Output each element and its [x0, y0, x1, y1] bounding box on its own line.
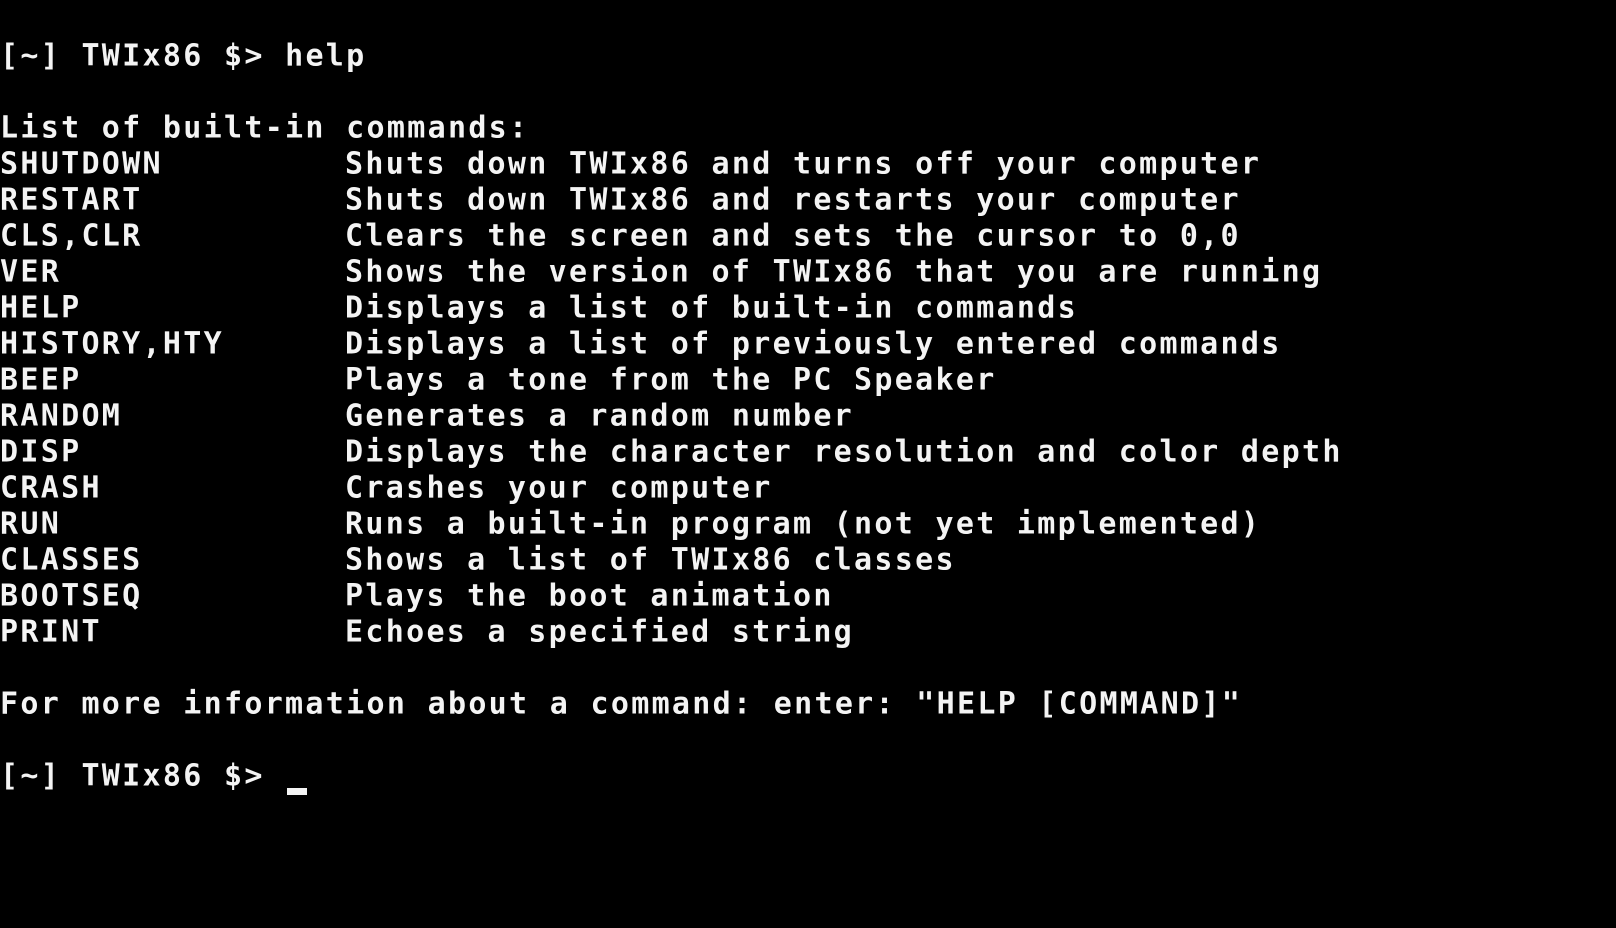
command-name: HISTORY,HTY [0, 326, 224, 362]
command-description: Echoes a specified string [345, 614, 855, 650]
command-description: Crashes your computer [345, 470, 773, 506]
command-description: Clears the screen and sets the cursor to… [345, 218, 1241, 254]
command-description: Displays the character resolution and co… [345, 434, 1343, 470]
command-name: HELP [0, 290, 82, 326]
command-row: SHUTDOWN Shuts down TWIx86 and turns off … [0, 145, 1261, 183]
command-row: RANDOM Generates a random number [0, 397, 854, 435]
prompt-line-2: [~] TWIx86 $> [0, 757, 285, 795]
command-description: Displays a list of previously entered co… [345, 326, 1282, 362]
command-name: RUN [0, 506, 62, 542]
command-name: BOOTSEQ [0, 578, 143, 614]
command-description: Plays a tone from the PC Speaker [345, 362, 997, 398]
command-description: Plays the boot animation [345, 578, 834, 614]
entered-command: help [285, 38, 367, 74]
terminal-screen[interactable]: [~] TWIx86 $> help List of built-in comm… [0, 0, 1616, 928]
prompt-line-1: [~] TWIx86 $> help [0, 37, 367, 75]
command-name: CLS,CLR [0, 218, 143, 254]
text-cursor [287, 788, 307, 795]
command-description: Displays a list of built-in commands [345, 290, 1079, 326]
list-header: List of built-in commands: [0, 110, 530, 146]
command-row: CRASH Crashes your computer [0, 469, 773, 507]
command-row: RUN Runs a built-in program (not yet impl… [0, 505, 1261, 543]
help-footer: For more information about a command: en… [0, 686, 1243, 722]
command-row: DISP Displays the character resolution an… [0, 433, 1343, 471]
command-description: Shows the version of TWIx86 that you are… [345, 254, 1323, 290]
command-description: Shuts down TWIx86 and restarts your comp… [345, 182, 1241, 218]
command-description: Shuts down TWIx86 and turns off your com… [345, 146, 1262, 182]
command-name: CLASSES [0, 542, 143, 578]
command-row: RESTART Shuts down TWIx86 and restarts yo… [0, 181, 1241, 219]
command-row: CLS,CLR Clears the screen and sets the cu… [0, 217, 1241, 255]
command-row: CLASSES Shows a list of TWIx86 classes [0, 541, 956, 579]
command-description: Shows a list of TWIx86 classes [345, 542, 956, 578]
command-row: PRINT Echoes a specified string [0, 613, 854, 651]
command-name: CRASH [0, 470, 102, 506]
command-name: BEEP [0, 362, 82, 398]
command-row: HISTORY,HTY Displays a list of previously… [0, 325, 1282, 363]
command-name: VER [0, 254, 62, 290]
command-row: HELP Displays a list of built-in commands [0, 289, 1078, 327]
prompt: [~] TWIx86 $> [0, 758, 265, 794]
command-name: SHUTDOWN [0, 146, 163, 182]
command-name: PRINT [0, 614, 102, 650]
command-row: BEEP Plays a tone from the PC Speaker [0, 361, 997, 399]
command-description: Runs a built-in program (not yet impleme… [345, 506, 1262, 542]
command-name: RESTART [0, 182, 143, 218]
command-name: RANDOM [0, 398, 123, 434]
command-name: DISP [0, 434, 82, 470]
command-description: Generates a random number [345, 398, 855, 434]
prompt: [~] TWIx86 $> [0, 38, 265, 74]
command-row: BOOTSEQ Plays the boot animation [0, 577, 834, 615]
command-row: VER Shows the version of TWIx86 that you … [0, 253, 1322, 291]
